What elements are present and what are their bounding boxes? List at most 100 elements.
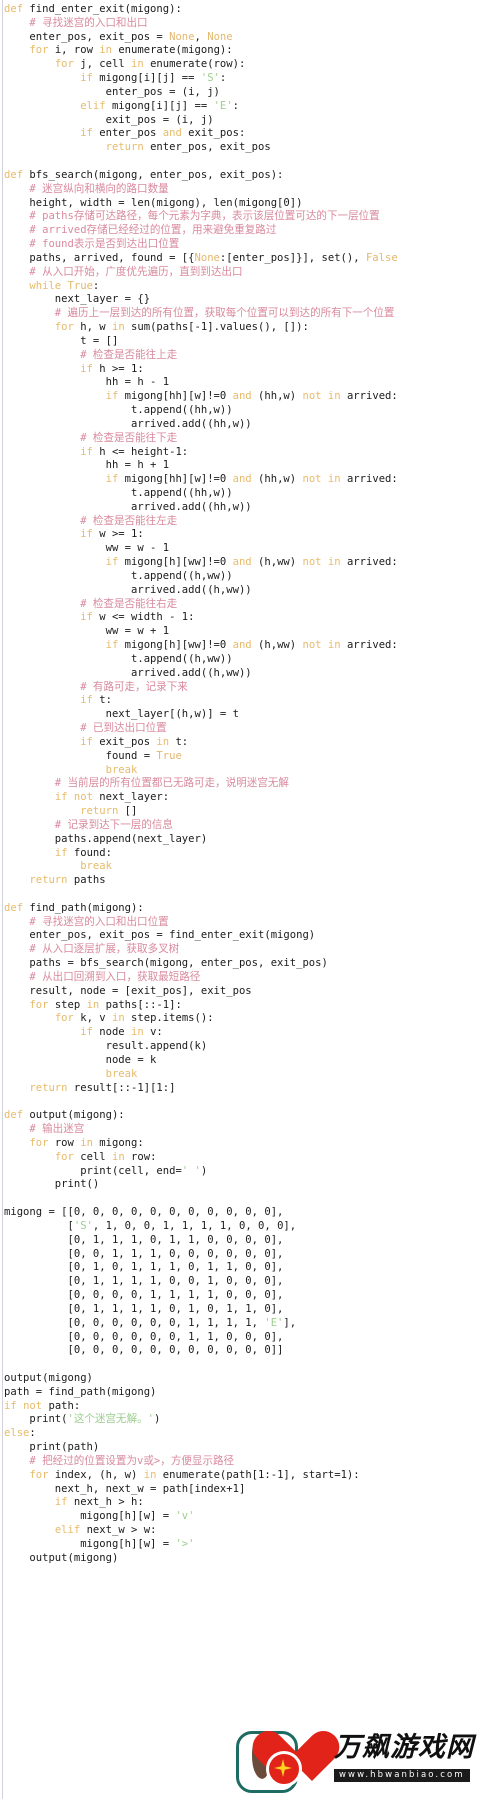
code-line: # 当前层的所有位置都已无路可走，说明迷宫无解 [4,777,500,791]
code-line: t.append((h,ww)) [4,653,500,667]
code-token: found = [4,749,157,762]
code-line: # found表示是否到达出口位置 [4,238,500,252]
code-token: [0, 1, 1, 1, 0, 1, 1, 0, 0, 0, 0], [4,1233,284,1246]
code-line: if not path: [4,1400,500,1414]
code-token: t: [169,735,189,748]
code-token: in [327,473,341,486]
code-token: migong[i][j] == [105,99,214,112]
code-token: 'E' [213,99,233,112]
code-token: result.append(k) [4,1040,208,1053]
code-token: paths, arrived, found = [{ [4,251,195,264]
code-line: height, width = len(migong), len(migong[… [4,197,500,211]
code-token: '这个迷宫无解。' [67,1413,155,1426]
code-token: row [48,1136,81,1149]
code-line: elif migong[i][j] == 'E': [4,100,500,114]
code-line: print(path) [4,1441,500,1455]
code-line: if found: [4,847,500,861]
code-line: if node in v: [4,1026,500,1040]
code-token: (hh,w) [251,473,303,486]
code-line: output(migong) [4,1552,500,1566]
code-line: print() [4,1178,500,1192]
code-token: print( [4,1413,68,1426]
code-token: None [169,30,195,43]
code-token: in [327,639,341,652]
code-line: # 输出迷宫 [4,1123,500,1137]
code-token: t.append((hh,w)) [4,404,233,417]
code-token: if [80,735,93,748]
code-token: 'S' [200,72,220,85]
code-token: in [143,1468,157,1481]
code-token: h >= 1: [92,362,144,375]
code-token: for [29,44,49,57]
code-token: arrived.add((h,ww)) [4,666,252,679]
code-token: t.append((h,ww)) [4,569,233,582]
code-line: paths = bfs_search(migong, enter_pos, ex… [4,957,500,971]
code-token: migong[hh][w]!=0 [118,390,233,403]
code-line: break [4,860,500,874]
code-line: if t: [4,694,500,708]
code-token: h <= height-1: [92,445,189,458]
code-token: def [4,901,30,914]
code-token: result, node = [exit_pos], exit_pos [4,984,252,997]
code-token: return [29,874,68,887]
code-token: in [131,1026,144,1039]
code-line: [0, 1, 0, 1, 1, 1, 0, 1, 1, 0, 0], [4,1261,500,1275]
code-token: [0, 1, 1, 1, 1, 0, 0, 1, 0, 0, 0], [4,1275,284,1288]
code-line: for row in migong: [4,1137,500,1151]
code-line: ww = w - 1 [4,542,500,556]
code-token: if [4,1399,17,1412]
code-token: step.items(): [124,1012,214,1025]
code-token: if [54,791,68,804]
code-token: migong[h][ww]!=0 [118,639,233,652]
code-line: if h >= 1: [4,363,500,377]
code-token: in [111,321,125,334]
code-token: ' ' [181,1164,201,1177]
code-token: i, row [48,44,100,57]
code-line: if migong[hh][w]!=0 and (hh,w) not in ar… [4,390,500,404]
code-token: # 迷宫纵向和横向的路口数量 [4,182,169,195]
code-line: output(migong) [4,1372,500,1386]
code-line: migong[h][w] = 'v' [4,1510,500,1524]
code-token: output(migong) [4,1371,93,1384]
code-token: , [194,30,208,43]
code-line: # 已到达出口位置 [4,722,500,736]
code-token: for [54,321,74,334]
code-line: for index, (h, w) in enumerate(path[1:-1… [4,1469,500,1483]
code-token: if [105,390,119,403]
code-line: if w <= width - 1: [4,611,500,625]
code-token: w >= 1: [92,528,144,541]
code-editor[interactable]: def find_enter_exit(migong): # 寻找迷宫的入口和出… [0,0,500,1799]
code-token: 'v' [175,1510,195,1523]
code-token: exit_pos = (i, j) [4,113,214,126]
code-token: def [4,1109,30,1122]
code-token: ) [200,1164,208,1177]
code-token: '>' [175,1537,195,1550]
code-line: migong[h][w] = '>' [4,1538,500,1552]
code-line: path = find_path(migong) [4,1386,500,1400]
code-token: # found表示是否到达出口位置 [4,238,180,251]
code-token: [0, 0, 0, 0, 0, 0, 1, 1, 0, 0, 0], [4,1330,284,1343]
code-line: result, node = [exit_pos], exit_pos [4,985,500,999]
code-token: path = find_path(migong) [4,1385,157,1398]
code-token: [0, 1, 0, 1, 1, 1, 0, 1, 1, 0, 0], [4,1261,284,1274]
code-line: [0, 0, 0, 0, 0, 0, 1, 1, 0, 0, 0], [4,1331,500,1345]
code-token: # 从入口逐层扩展，获取多叉树 [4,943,180,956]
code-line: paths, arrived, found = [{None:[enter_po… [4,252,500,266]
code-token: print() [4,1178,100,1191]
code-token: else [4,1427,30,1440]
code-token: next_w > w: [80,1524,157,1537]
code-token: for [29,998,49,1011]
code-line: # 有路可走，记录下来 [4,681,500,695]
code-token: # 从出口回溯到入口，获取最短路径 [4,970,201,983]
code-line: if migong[hh][w]!=0 and (hh,w) not in ar… [4,473,500,487]
code-token: migong[hh][w]!=0 [118,473,233,486]
code-token: elif [54,1524,81,1537]
code-token: ww = w - 1 [4,542,170,555]
code-token: not [302,639,322,652]
